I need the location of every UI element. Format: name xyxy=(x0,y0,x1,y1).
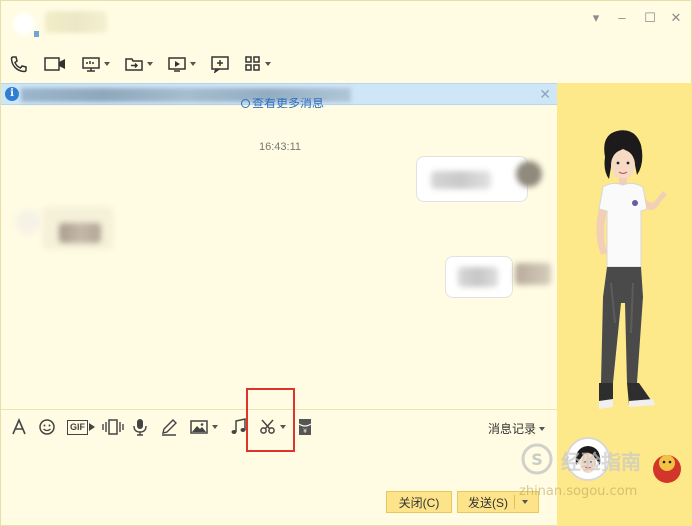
title-bar: ▾ – ☐ ✕ xyxy=(1,1,692,39)
video-call-button[interactable] xyxy=(43,55,67,73)
shake-icon xyxy=(102,419,124,435)
remote-desktop-button[interactable] xyxy=(167,55,196,73)
dropdown-chevron-icon[interactable]: ▾ xyxy=(587,9,605,27)
handwriting-button[interactable] xyxy=(160,418,178,436)
svg-text:S: S xyxy=(531,450,543,469)
incoming-message-text-blurred xyxy=(59,223,101,243)
message-list: 16:43:11 xyxy=(1,105,557,408)
apps-button[interactable] xyxy=(244,55,271,73)
message-history-button[interactable]: 消息记录 xyxy=(488,420,546,437)
contact-name-blurred xyxy=(45,11,107,33)
font-button[interactable] xyxy=(10,418,28,436)
create-group-button[interactable] xyxy=(210,55,230,73)
screen-share-button[interactable] xyxy=(81,55,110,73)
microphone-icon xyxy=(133,419,147,436)
outgoing-message-bubble[interactable] xyxy=(416,156,528,202)
close-button-label: 关闭(C) xyxy=(398,495,440,510)
message-history-label: 消息记录 xyxy=(488,422,537,436)
chevron-down-icon xyxy=(190,62,196,66)
image-button[interactable] xyxy=(189,418,218,436)
grid-apps-icon xyxy=(245,56,260,71)
phone-icon xyxy=(10,56,27,73)
red-packet-icon: ¥ xyxy=(298,419,312,435)
gif-play-icon xyxy=(89,423,95,431)
message-text-blurred xyxy=(431,171,491,189)
device-badge-icon xyxy=(34,31,39,37)
image-icon xyxy=(190,420,208,434)
banner-close-button[interactable]: ✕ xyxy=(539,86,551,102)
contact-avatar[interactable] xyxy=(13,13,35,35)
voice-call-button[interactable] xyxy=(9,55,29,73)
send-file-button[interactable] xyxy=(124,55,153,73)
remote-desktop-icon xyxy=(168,57,186,72)
folder-send-icon xyxy=(125,58,143,71)
shake-button[interactable] xyxy=(102,418,124,436)
emoji-button[interactable] xyxy=(38,418,56,436)
sender-avatar[interactable] xyxy=(516,161,542,187)
message-input-area[interactable] xyxy=(1,443,557,526)
message-timestamp: 16:43:11 xyxy=(259,141,302,153)
chat-toolbar xyxy=(9,53,285,75)
message-text-blurred xyxy=(458,267,498,287)
chevron-down-icon xyxy=(104,62,110,66)
add-chat-icon xyxy=(211,56,229,73)
chevron-down-icon xyxy=(539,426,546,431)
gif-button[interactable]: GIF xyxy=(67,418,96,436)
font-icon xyxy=(12,418,26,435)
pencil-icon xyxy=(162,419,177,436)
svg-text:¥: ¥ xyxy=(303,428,307,435)
send-button-label: 发送(S) xyxy=(468,495,508,510)
red-packet-button[interactable]: ¥ xyxy=(297,418,313,436)
music-note-icon xyxy=(231,418,246,434)
chat-window: ▾ – ☐ ✕ i ✕ 查看更多消息 16:43:11 GIF ¥ 消息记录 关… xyxy=(0,0,692,526)
monitor-share-icon xyxy=(82,57,100,72)
contact-avatar-small[interactable] xyxy=(15,209,41,235)
sender-avatar[interactable] xyxy=(515,263,551,285)
close-window-button[interactable]: ✕ xyxy=(667,9,685,27)
close-button[interactable]: 关闭(C) xyxy=(386,491,452,513)
chevron-down-icon xyxy=(212,425,218,429)
voice-message-button[interactable] xyxy=(132,418,148,436)
minimize-button[interactable]: – xyxy=(613,9,631,27)
watermark-url: zhinan.sogou.com xyxy=(519,484,638,499)
gif-icon: GIF xyxy=(67,419,88,435)
info-icon: i xyxy=(5,87,19,101)
chevron-down-icon xyxy=(265,62,271,66)
chevron-down-icon xyxy=(147,62,153,66)
maximize-button[interactable]: ☐ xyxy=(641,9,659,27)
smiley-icon xyxy=(39,419,55,435)
outgoing-message-bubble[interactable] xyxy=(445,256,513,298)
music-button[interactable] xyxy=(229,418,247,436)
watermark-brand: 经验指南 xyxy=(561,450,641,474)
video-camera-icon xyxy=(44,57,65,71)
